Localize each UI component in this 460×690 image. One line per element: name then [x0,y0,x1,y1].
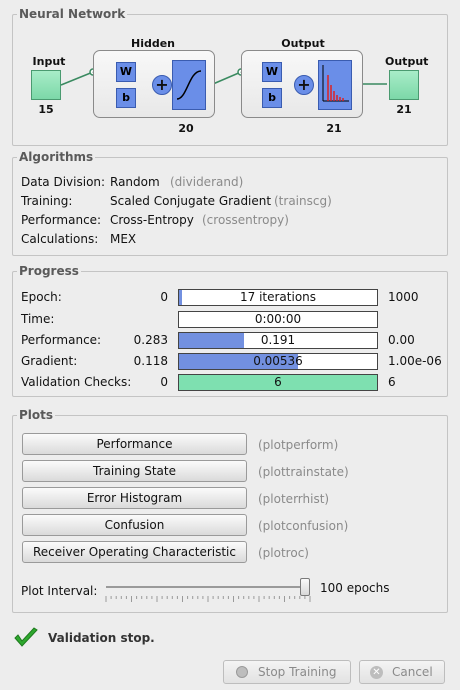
progress-end-validation: 6 [388,375,396,389]
algorithm-value-performance: Cross-Entropy [110,213,194,227]
stop-training-label: Stop Training [258,665,337,679]
progress-start-gradient: 0.118 [133,354,168,368]
sigmoid-transfer-icon [172,60,206,110]
network-connections [60,67,387,98]
output-layer-box: W b + [241,50,363,118]
algorithm-value-training: Scaled Conjugate Gradient [110,194,272,208]
input-size: 15 [38,103,54,116]
hidden-sum-node: + [152,75,172,95]
plot-performance-fn: (plotperform) [258,438,339,452]
progress-end-performance: 0.00 [388,333,415,347]
softmax-transfer-icon [318,60,352,110]
check-icon [14,627,38,647]
plots-title: Plots [17,408,56,422]
progress-label-gradient: Gradient: [21,354,78,368]
plot-training-state-button[interactable]: Training State [22,460,247,482]
plot-roc-button[interactable]: Receiver Operating Characteristic [22,541,247,563]
progress-label-epoch: Epoch: [21,290,62,304]
progress-label-time: Time: [21,312,55,326]
plot-confusion-button[interactable]: Confusion [22,514,247,536]
progress-bar-epoch: 17 iterations [178,289,378,306]
slider-thumb[interactable] [300,578,310,596]
plot-confusion-fn: (plotconfusion) [258,519,349,533]
progress-bar-validation: 6 [178,374,378,391]
hidden-bias-block: b [116,88,136,108]
output-layer-label: Output [281,37,325,50]
algorithm-label-performance: Performance: [21,213,102,227]
cancel-label: Cancel [392,665,433,679]
progress-value-validation: 6 [274,375,282,389]
algorithm-fn-performance: (crossentropy) [202,213,289,227]
output-bias-block: b [262,88,282,108]
progress-value-gradient: 0.00536 [253,354,303,368]
progress-start-performance: 0.283 [133,333,168,347]
cancel-button[interactable]: ✕ Cancel [359,660,445,684]
plot-error-histogram-button[interactable]: Error Histogram [22,487,247,509]
slider-track-ticks [105,586,311,602]
progress-bar-time: 0:00:00 [178,311,378,328]
status-message: Validation stop. [48,631,155,645]
cancel-icon: ✕ [370,666,383,679]
hidden-size: 20 [178,122,194,135]
progress-bar-performance: 0.191 [178,332,378,349]
algorithms-title: Algorithms [17,150,96,164]
algorithm-fn-data-division: (dividerand) [170,175,244,189]
progress-value-time: 0:00:00 [254,312,302,326]
plot-training-state-fn: (plottrainstate) [258,465,349,479]
stop-icon [236,666,248,678]
hidden-label: Hidden [130,37,176,50]
progress-end-epoch: 1000 [388,290,419,304]
plot-error-histogram-fn: (ploterrhist) [258,492,330,506]
hidden-weight-block: W [116,62,136,82]
input-label: Input [32,55,66,68]
progress-title: Progress [17,264,81,278]
algorithm-value-data-division: Random [110,175,160,189]
input-block [31,70,61,100]
plot-interval-slider[interactable] [104,578,314,604]
progress-start-epoch: 0 [160,290,168,304]
progress-value-epoch: 17 iterations [239,290,317,304]
plot-interval-value: 100 epochs [320,581,390,595]
output-layer-size: 21 [326,122,342,135]
algorithm-label-training: Training: [21,194,73,208]
output-size: 21 [396,103,412,116]
progress-end-gradient: 1.00e-06 [388,354,442,368]
output-label: Output [385,55,429,68]
plot-interval-label: Plot Interval: [21,584,98,598]
plot-performance-button[interactable]: Performance [22,433,247,455]
output-block [389,70,419,100]
algorithm-value-calculations: MEX [110,232,137,246]
stop-training-button[interactable]: Stop Training [223,660,351,684]
algorithm-label-data-division: Data Division: [21,175,106,189]
output-sum-node: + [294,75,314,95]
hidden-layer-box: W b + [93,50,215,118]
progress-start-validation: 0 [160,375,168,389]
neural-network-panel: Neural Network Input 15 Hidden W b + 20 … [12,7,448,146]
algorithm-fn-training: (trainscg) [274,194,332,208]
algorithm-label-calculations: Calculations: [21,232,99,246]
progress-value-performance: 0.191 [260,333,296,347]
progress-bar-gradient: 0.00536 [178,353,378,370]
output-weight-block: W [262,62,282,82]
plot-roc-fn: (plotroc) [258,546,309,560]
